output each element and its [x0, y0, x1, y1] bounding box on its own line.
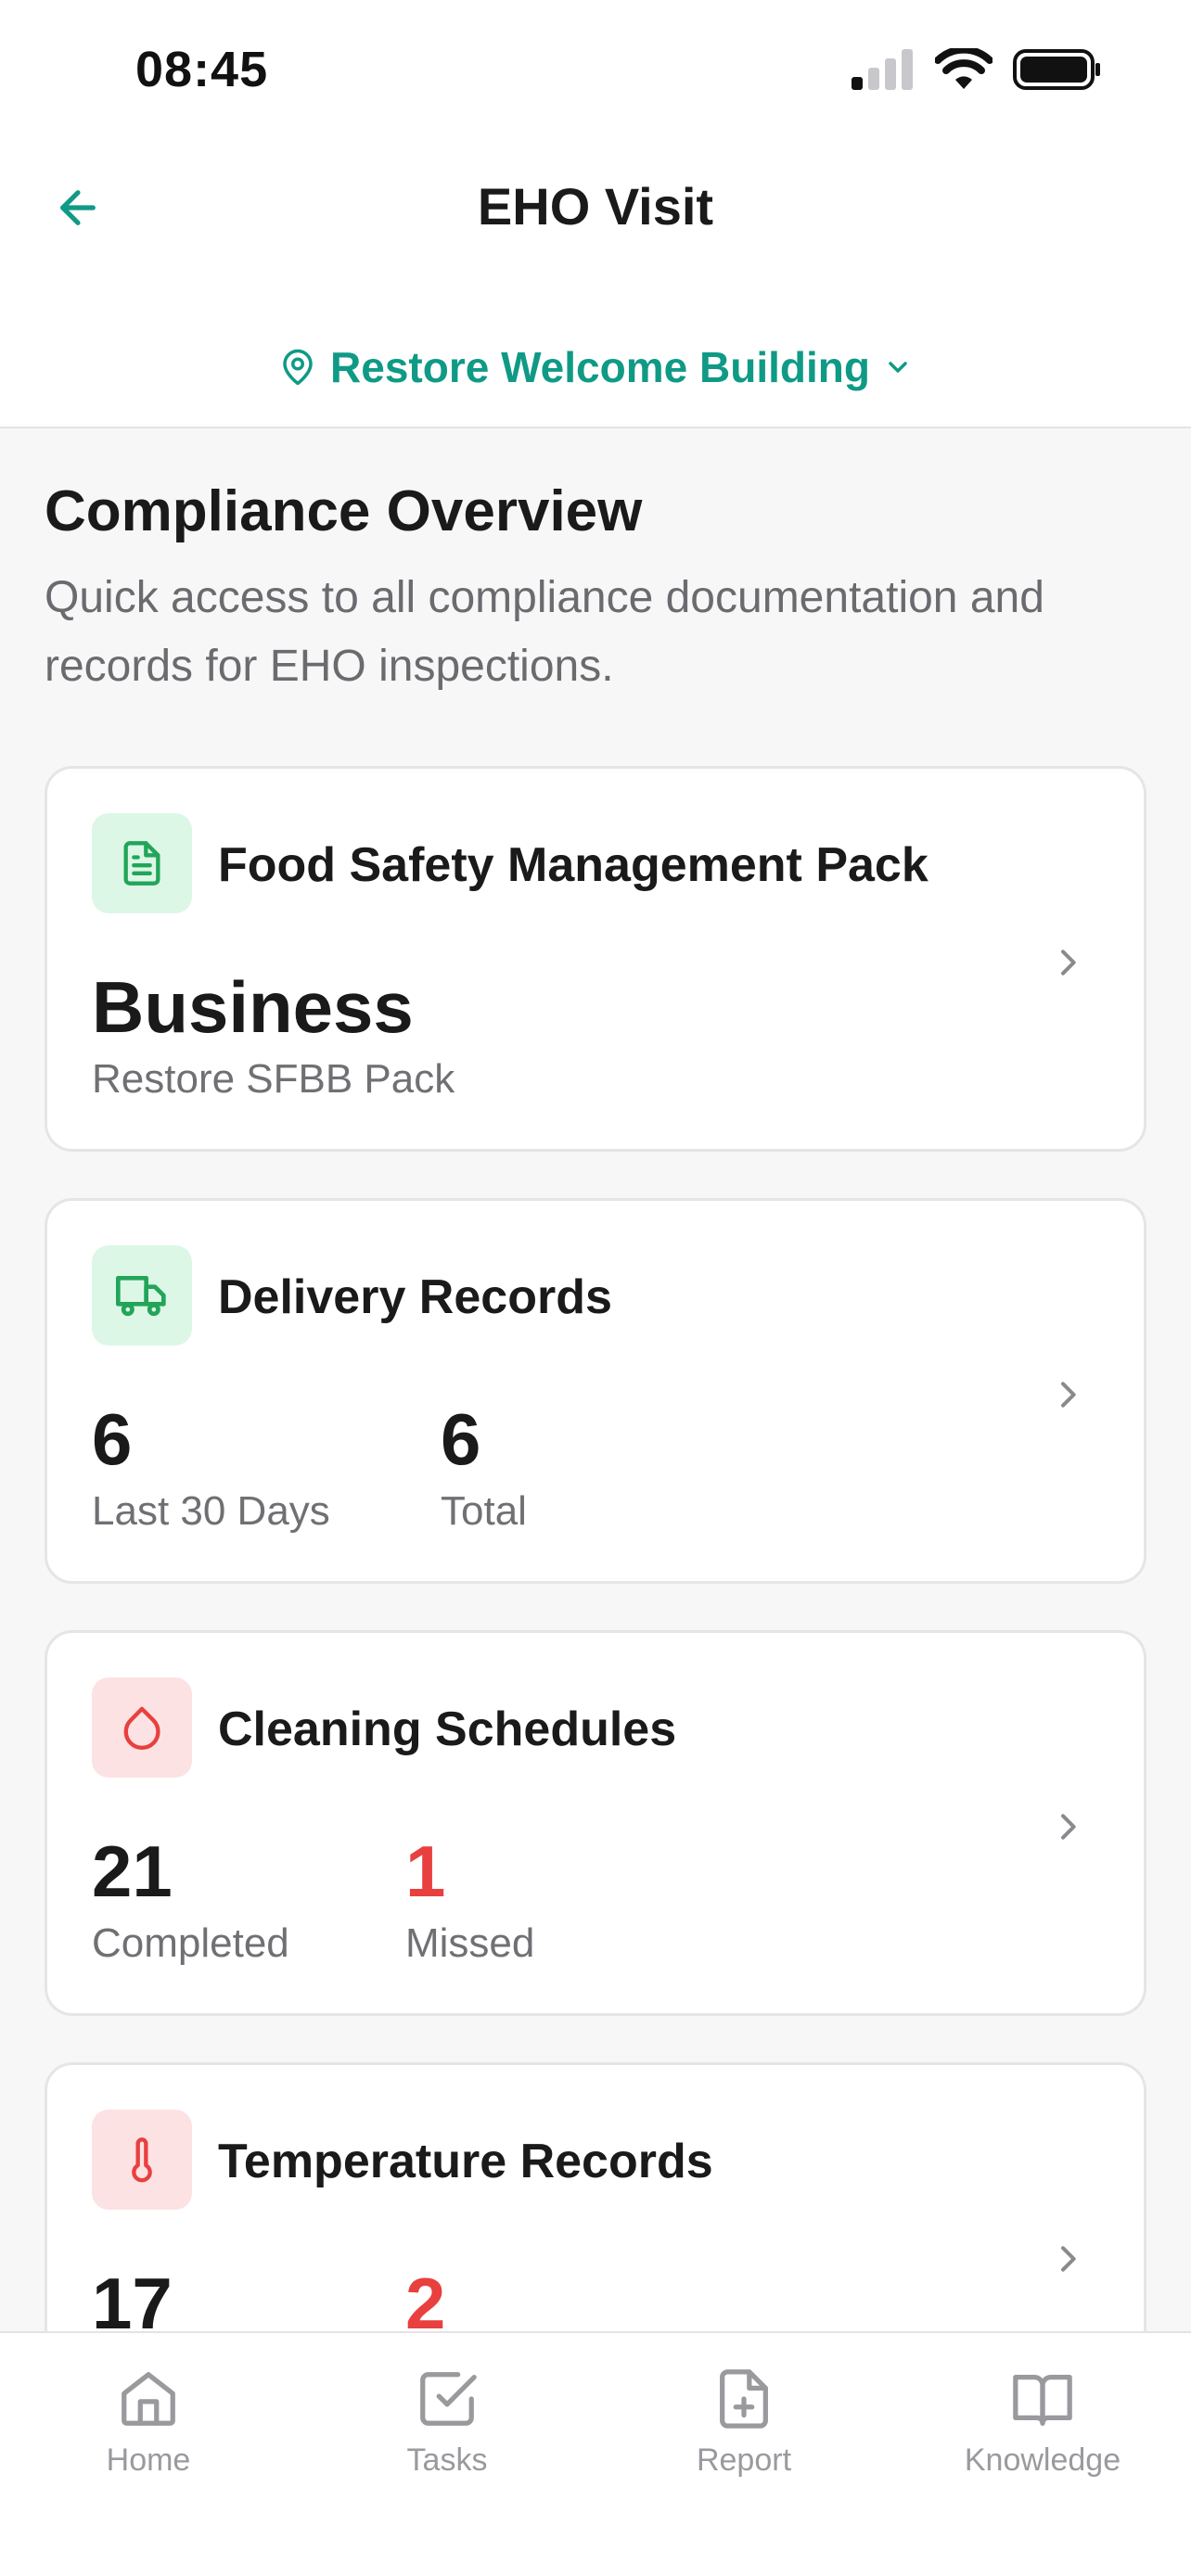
- location-label: Restore Welcome Building: [330, 343, 870, 391]
- status-time: 08:45: [135, 42, 269, 97]
- stat-value: 6: [441, 1398, 481, 1480]
- section-subtitle: Quick access to all compliance documenta…: [45, 573, 1044, 691]
- card-title: Delivery Records: [218, 1270, 612, 1324]
- status-icons: [850, 46, 1102, 93]
- tab-bar: Home Tasks Report Knowledge: [0, 2331, 1191, 2576]
- chevron-right-icon: [1049, 939, 1086, 986]
- tab-home[interactable]: Home: [46, 2366, 250, 2479]
- stat-label: Missed: [405, 1920, 535, 1966]
- card-delivery-records[interactable]: Delivery Records 6 Last 30 Days 6 Total: [45, 1198, 1146, 1584]
- card-food-safety-pack[interactable]: Food Safety Management Pack Business Res…: [45, 766, 1146, 1152]
- stat-value: 21: [92, 1830, 173, 1912]
- wifi-icon: [935, 48, 992, 89]
- document-icon: [92, 813, 192, 913]
- stat-label: Completed: [92, 1920, 289, 1966]
- card-cleaning-schedules[interactable]: Cleaning Schedules 21 Completed 1 Missed: [45, 1630, 1146, 2016]
- tab-report[interactable]: Report: [642, 2366, 846, 2479]
- truck-icon: [92, 1245, 192, 1345]
- tab-label: Tasks: [406, 2442, 488, 2478]
- map-pin-icon: [283, 349, 313, 386]
- stat-total: 6 Total: [441, 1397, 527, 1535]
- tab-label: Home: [106, 2442, 191, 2478]
- battery-icon: [1013, 49, 1100, 90]
- chevron-right-icon: [1049, 2236, 1086, 2282]
- tab-tasks[interactable]: Tasks: [345, 2366, 549, 2479]
- stat-value: 6: [92, 1398, 133, 1480]
- chevron-right-icon: [1049, 1371, 1086, 1418]
- droplet-icon: [92, 1677, 192, 1778]
- stat-completed: 21 Completed: [92, 1830, 289, 1967]
- pack-name: Restore SFBB Pack: [92, 1056, 455, 1102]
- location-selector[interactable]: Restore Welcome Building: [0, 339, 1191, 395]
- stat-missed: 1 Missed: [405, 1830, 534, 1967]
- book-icon: [1013, 2375, 1072, 2426]
- stat-label: Last 30 Days: [92, 1488, 330, 1534]
- stat-last-30-days: 6 Last 30 Days: [92, 1397, 330, 1535]
- pack-type: Business: [92, 966, 414, 1048]
- tab-label: Report: [696, 2442, 792, 2478]
- tab-label: Knowledge: [964, 2442, 1121, 2478]
- stat-label: Total: [441, 1488, 527, 1534]
- top-bar: 08:45 EHO Visit Restore Welcome Building: [0, 0, 1191, 428]
- chevron-down-icon: [889, 362, 907, 373]
- card-title: Cleaning Schedules: [218, 1702, 677, 1756]
- home-icon: [122, 2372, 175, 2426]
- page-title: EHO Visit: [477, 177, 714, 236]
- stat-value: 1: [405, 1830, 446, 1912]
- checkbox-icon: [420, 2372, 477, 2426]
- chevron-right-icon: [1049, 1804, 1086, 1850]
- section-title: Compliance Overview: [45, 479, 643, 543]
- card-title: Food Safety Management Pack: [218, 838, 928, 892]
- card-title: Temperature Records: [218, 2135, 713, 2188]
- file-plus-icon: [720, 2369, 768, 2429]
- thermometer-icon: [92, 2110, 192, 2210]
- cellular-signal-icon: [852, 49, 913, 90]
- tab-knowledge[interactable]: Knowledge: [941, 2366, 1145, 2479]
